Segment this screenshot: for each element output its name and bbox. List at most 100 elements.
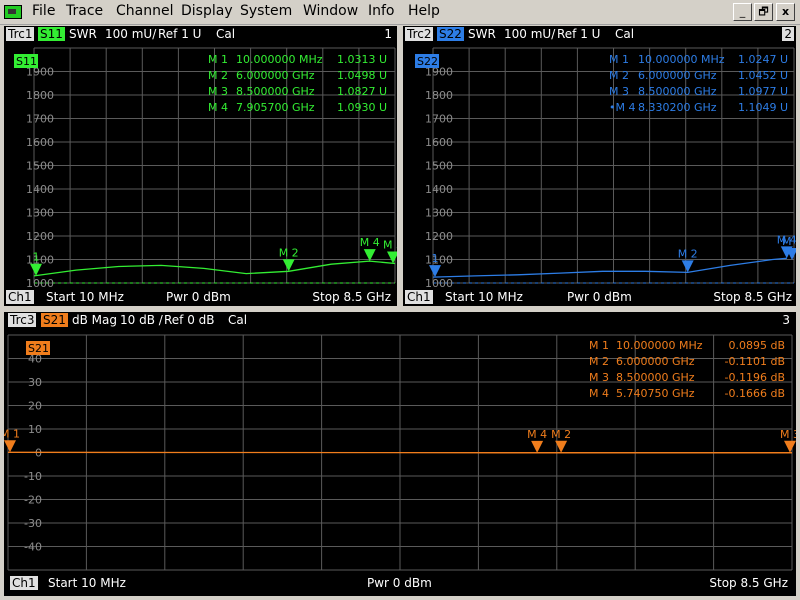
menu-file[interactable]: File	[32, 3, 55, 19]
marker-readout-value: 1.1049 U	[738, 101, 788, 114]
y-tick-label: 1200	[425, 230, 453, 243]
marker-readout-name: M 1	[208, 53, 228, 66]
y-tick-label: 1300	[26, 207, 54, 220]
y-tick-label: 1800	[425, 89, 453, 102]
marker-readout-freq: 8.330200 GHz	[638, 101, 717, 114]
trace-line	[432, 257, 787, 278]
y-tick-label: 0	[35, 447, 42, 460]
menu-trace[interactable]: Trace	[66, 3, 103, 19]
y-tick-label: 20	[28, 400, 42, 413]
ref-label[interactable]: Ref 1 U	[557, 27, 600, 41]
menu-bar: File Trace Channel Display System Window…	[0, 0, 800, 25]
restore-button[interactable]: 🗗	[754, 3, 773, 21]
menu-system[interactable]: System	[240, 3, 292, 19]
marker-readout-value: 1.0498 U	[337, 69, 387, 82]
param-label[interactable]: S11	[38, 27, 65, 41]
marker-readout-freq: 6.000000 GHz	[638, 69, 717, 82]
power-label[interactable]: Pwr 0 dBm	[166, 290, 231, 304]
app-icon[interactable]	[4, 5, 22, 19]
marker-readout-name: M 4	[208, 101, 228, 114]
y-tick-label: 1700	[26, 113, 54, 126]
y-tick-label: 1000	[26, 277, 54, 288]
marker-readout-name: M 4	[589, 387, 609, 400]
marker-readout-freq: 8.500000 GHz	[638, 85, 717, 98]
scale-label[interactable]: 100 mU/	[504, 27, 555, 41]
power-label[interactable]: Pwr 0 dBm	[567, 290, 632, 304]
stop-label[interactable]: Stop 8.5 GHz	[709, 576, 788, 590]
trace-label[interactable]: Trc1	[6, 27, 35, 41]
param-tag-label: S21	[28, 342, 49, 355]
marker-label: M 2	[678, 247, 698, 260]
y-tick-label: -10	[24, 470, 42, 483]
start-label[interactable]: Start 10 MHz	[46, 290, 124, 304]
param-tag: S22	[415, 54, 439, 68]
stop-label[interactable]: Stop 8.5 GHz	[713, 290, 792, 304]
marker-readout-freq: 10.000000 MHz	[616, 339, 703, 352]
marker-triangle	[282, 259, 295, 272]
marker-readout-name: M 1	[589, 339, 609, 352]
scale-label[interactable]: 10 dB /	[120, 313, 163, 327]
menu-display[interactable]: Display	[181, 3, 233, 19]
param-tag-label: S11	[16, 55, 37, 68]
scale-label[interactable]: 100 mU/	[105, 27, 156, 41]
y-tick-label: -40	[24, 541, 42, 554]
marker-readout-freq: 10.000000 MHz	[638, 53, 725, 66]
channel-status: Ch1 Start 10 MHz Pwr 0 dBm Stop 8.5 GHz	[4, 575, 796, 592]
marker-readout-value: 1.0827 U	[337, 85, 387, 98]
format-label[interactable]: dB Mag	[72, 313, 117, 327]
marker-readout-value: 0.0895 dB	[728, 339, 785, 352]
channel-label[interactable]: Ch1	[405, 290, 433, 304]
s11-chart[interactable]: 1900180017001600150014001300120011001000…	[4, 44, 397, 288]
y-tick-label: 30	[28, 376, 42, 389]
grid-lines	[33, 47, 396, 284]
y-tick-label: -20	[24, 494, 42, 507]
menu-info[interactable]: Info	[368, 3, 395, 19]
trace-panel-2[interactable]: Trc2 S22 SWR 100 mU/ Ref 1 U Cal 2 1900 1…	[403, 26, 796, 306]
grid-lines	[432, 47, 795, 284]
menu-help[interactable]: Help	[408, 3, 440, 19]
marker-readout-name: M 3	[589, 371, 609, 384]
close-button[interactable]: x	[776, 3, 795, 21]
menu-channel[interactable]: Channel	[116, 3, 173, 19]
y-tick-label: -30	[24, 517, 42, 530]
marker-readout-freq: 8.500000 GHz	[236, 85, 315, 98]
param-label[interactable]: S21	[41, 313, 68, 327]
s21-chart[interactable]: 403020100-10-20-30-40S21M 1M 4M 2M 3M 11…	[4, 330, 796, 575]
param-label[interactable]: S22	[437, 27, 464, 41]
menu-window[interactable]: Window	[303, 3, 358, 19]
marker-readout-value: 1.0452 U	[738, 69, 788, 82]
marker-readout-value: 1.0247 U	[738, 53, 788, 66]
marker-readout-freq: 6.000000 GHz	[616, 355, 695, 368]
trace-label[interactable]: Trc3	[8, 313, 37, 327]
y-tick-label: 1400	[425, 183, 453, 196]
trace-index: 1	[384, 27, 392, 41]
cal-label: Cal	[216, 27, 236, 41]
marker-label: M 2	[279, 246, 299, 259]
y-tick-label: 1500	[26, 160, 54, 173]
y-tick-label: 1200	[26, 230, 54, 243]
marker-readout-name: M 2	[208, 69, 228, 82]
ref-label[interactable]: Ref 1 U	[158, 27, 201, 41]
trace-panel-3[interactable]: Trc3 S21 dB Mag 10 dB / Ref 0 dB Cal 3 4…	[4, 312, 796, 596]
marker-triangle	[30, 263, 42, 276]
format-label[interactable]: SWR	[69, 27, 97, 41]
ref-label[interactable]: Ref 0 dB	[164, 313, 215, 327]
format-label[interactable]: SWR	[468, 27, 496, 41]
channel-label[interactable]: Ch1	[10, 576, 38, 590]
s22-chart[interactable]: 1900180017001600150014001300120011001000…	[403, 44, 796, 288]
trace-panel-1[interactable]: Trc1 S11 SWR 100 mU/ Ref 1 U Cal 1 1900 1…	[4, 26, 397, 306]
power-label[interactable]: Pwr 0 dBm	[367, 576, 432, 590]
marker-readout-name: M 1	[609, 53, 629, 66]
start-label[interactable]: Start 10 MHz	[445, 290, 523, 304]
trace-header: Trc2 S22 SWR 100 mU/ Ref 1 U Cal 2	[403, 26, 796, 43]
minimize-button[interactable]: _	[733, 3, 752, 21]
channel-label[interactable]: Ch1	[6, 290, 34, 304]
marker-label: M 4	[360, 236, 380, 249]
trace-label[interactable]: Trc2	[405, 27, 434, 41]
start-label[interactable]: Start 10 MHz	[48, 576, 126, 590]
marker-readout-freq: 7.905700 GHz	[236, 101, 315, 114]
marker-readout-freq: 6.000000 GHz	[236, 69, 315, 82]
stop-label[interactable]: Stop 8.5 GHz	[312, 290, 391, 304]
cal-label: Cal	[615, 27, 635, 41]
y-tick-label: 1100	[425, 254, 453, 267]
